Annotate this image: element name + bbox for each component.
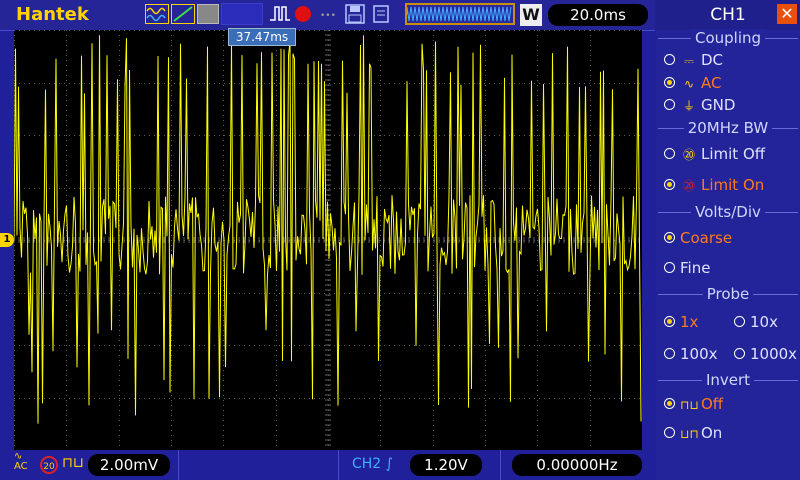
invert-icon: ⊓⊔: [62, 455, 84, 471]
coupling-ac-option[interactable]: ∿ AC: [664, 74, 721, 92]
invert-off-icon: ⊓⊔: [680, 398, 699, 412]
bw-off-option[interactable]: ⑳ Limit Off: [664, 145, 765, 163]
radio-icon: [664, 427, 675, 438]
ch1-waveform: [14, 35, 642, 424]
ch1-level-marker[interactable]: 1: [0, 233, 14, 247]
waveform-mode-icon[interactable]: [145, 4, 169, 24]
probe-100x-option[interactable]: 100x: [664, 345, 718, 363]
trigger-slope-icon[interactable]: [171, 4, 195, 24]
overview-wave: [406, 6, 512, 22]
frequency-readout: 0.00000Hz: [512, 454, 642, 476]
volts-coarse-option[interactable]: Coarse: [664, 229, 732, 247]
trigger-pulse-icon[interactable]: [268, 4, 292, 24]
probe-1x-option[interactable]: 1x: [664, 313, 698, 331]
ground-icon: ⏚: [682, 99, 695, 113]
record-icon[interactable]: [295, 6, 311, 22]
coupling-section-title: Coupling: [656, 29, 800, 47]
panel-title-text: CH1: [710, 5, 746, 25]
close-icon[interactable]: ✕: [777, 4, 797, 24]
radio-icon: [664, 262, 675, 273]
radio-icon: [734, 348, 745, 359]
bw-limit-icon: 20: [40, 456, 58, 474]
timebase-readout[interactable]: 20.0ms: [548, 4, 648, 26]
trigger-source-label: CH2: [352, 456, 382, 472]
invert-on-option[interactable]: ⊔⊓ On: [664, 424, 722, 442]
radio-icon: [664, 316, 675, 327]
radio-icon: [664, 99, 675, 110]
probe-10x-option[interactable]: 10x: [734, 313, 778, 331]
probe-1000x-option[interactable]: 1000x: [734, 345, 797, 363]
ch1-menu-panel: CH1 ✕ Coupling ⎓ DC ∿ AC ⏚ GND 20MHz BW ⑳ Li…: [656, 0, 800, 480]
radio-icon: [734, 316, 745, 327]
radio-icon: [664, 54, 675, 65]
invert-on-icon: ⊔⊓: [680, 427, 699, 441]
rec-label: •••: [320, 11, 336, 21]
trigger-source: CH2 ∫: [352, 456, 393, 472]
rising-edge-icon: ∫: [385, 456, 393, 472]
scope-screen[interactable]: [14, 30, 642, 450]
radio-icon: [664, 348, 675, 359]
ac-icon: ∿: [683, 77, 695, 91]
radio-icon: [664, 398, 675, 409]
top-toolbar: Hantek ••• W 20.0ms: [0, 0, 655, 31]
radio-icon: [664, 232, 675, 243]
status-bar: ∿ AC 20 ⊓⊔ 2.00mV CH2 ∫ 1.20V 0.00000Hz: [0, 450, 655, 480]
probe-section-title: Probe: [656, 285, 800, 303]
coupling-gnd-option[interactable]: ⏚ GND: [664, 96, 735, 114]
dc-icon: ⎓: [684, 54, 694, 68]
radio-icon: [664, 77, 675, 88]
trigger-level[interactable]: 1.20V: [410, 454, 482, 476]
trigger-position-marker[interactable]: 37.47ms: [228, 28, 296, 46]
coupling-dc-option[interactable]: ⎓ DC: [664, 51, 723, 69]
divider: [338, 450, 339, 480]
save-icon[interactable]: [345, 4, 365, 24]
ch1-trace: [14, 35, 642, 424]
bw-limited-icon: ⑳: [682, 179, 695, 193]
divider: [178, 450, 179, 480]
coupling-label: AC: [14, 461, 28, 472]
bw-on-option[interactable]: ⑳ Limit On: [664, 176, 764, 194]
radio-icon: [664, 148, 675, 159]
invert-section-title: Invert: [656, 371, 800, 389]
persistence-icon[interactable]: [197, 4, 219, 24]
divider: [500, 450, 501, 480]
bw-icon: ⑳: [682, 148, 695, 162]
timebase-overview[interactable]: [405, 3, 515, 25]
invert-off-option[interactable]: ⊓⊔ Off: [664, 395, 723, 413]
volts-section-title: Volts/Div: [656, 203, 800, 221]
print-icon[interactable]: [372, 4, 390, 24]
window-mode-button[interactable]: W: [520, 4, 542, 26]
volts-fine-option[interactable]: Fine: [664, 259, 710, 277]
ch1-volts-div[interactable]: 2.00mV: [88, 454, 170, 476]
status-slot: [221, 3, 263, 25]
radio-icon: [664, 179, 675, 190]
coupling-ac-icon: ∿ AC: [14, 451, 28, 472]
bw-section-title: 20MHz BW: [656, 119, 800, 137]
brand-logo: Hantek: [16, 4, 89, 25]
